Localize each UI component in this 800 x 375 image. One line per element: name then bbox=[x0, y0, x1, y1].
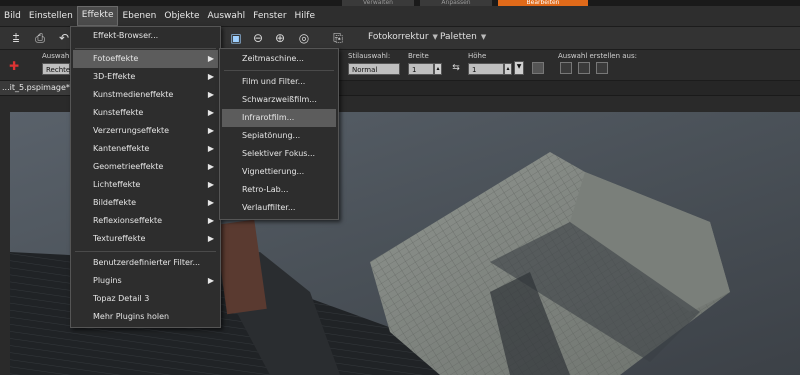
print-icon[interactable]: ⎙ bbox=[32, 30, 48, 46]
selection-tool-icon[interactable]: ✚ bbox=[6, 58, 22, 74]
menu-item-infrarotfilm[interactable]: Infrarotfilm... bbox=[222, 109, 336, 127]
menu-item-kunsteffekte[interactable]: Kunsteffekte ▶ bbox=[73, 104, 218, 122]
menu-item-vignettierung[interactable]: Vignettierung... bbox=[222, 163, 336, 181]
menu-item-3d-effekte[interactable]: 3D-Effekte ▶ bbox=[73, 68, 218, 86]
share-icon[interactable]: ⩲ bbox=[8, 30, 24, 46]
menu-hilfe[interactable]: Hilfe bbox=[291, 7, 319, 25]
menu-bild[interactable]: Bild bbox=[0, 7, 25, 25]
menu-auswahl[interactable]: Auswahl bbox=[204, 7, 250, 25]
menu-objekte[interactable]: Objekte bbox=[160, 7, 203, 25]
menu-ebenen[interactable]: Ebenen bbox=[118, 7, 160, 25]
submenu-arrow-icon: ▶ bbox=[207, 144, 214, 153]
effekte-menu: Effekt-Browser... Fotoeffekte ▶ 3D-Effekt… bbox=[70, 26, 221, 328]
menu-item-selektiver-fokus[interactable]: Selektiver Fokus... bbox=[222, 145, 336, 163]
submenu-arrow-icon: ▶ bbox=[207, 162, 214, 171]
zoom-in-icon[interactable]: ⊕ bbox=[272, 30, 288, 46]
stilauswahl-select[interactable]: Normal bbox=[348, 63, 400, 75]
breite-label: Breite bbox=[408, 52, 429, 60]
menu-item-retro-lab[interactable]: Retro-Lab... bbox=[222, 181, 336, 199]
fotokorrektur-button[interactable]: Fotokorrektur ▼ bbox=[368, 32, 438, 42]
hoehe-input[interactable]: 1 bbox=[468, 63, 504, 75]
menu-item-bildeffekte[interactable]: Bildeffekte ▶ bbox=[73, 194, 218, 212]
selection-type-select[interactable]: Rechteck bbox=[42, 63, 78, 75]
crop-icon[interactable] bbox=[532, 62, 544, 74]
menu-item-label: Plugins bbox=[93, 276, 122, 285]
menu-item-label: 3D-Effekte bbox=[93, 72, 136, 81]
menu-item-label: Reflexionseffekte bbox=[93, 216, 163, 225]
selection-from-image-icon[interactable] bbox=[596, 62, 608, 74]
menu-item-reflexionseffekte[interactable]: Reflexionseffekte ▶ bbox=[73, 212, 218, 230]
menu-item-schwarzweissfilm[interactable]: Schwarzweißfilm... bbox=[222, 91, 336, 109]
menu-item-verzerrungseffekte[interactable]: Verzerrungseffekte ▶ bbox=[73, 122, 218, 140]
more-dropdown[interactable]: ▼ bbox=[514, 61, 524, 75]
selection-from-layer-icon[interactable] bbox=[578, 62, 590, 74]
menu-item-textureffekte[interactable]: Textureffekte ▶ bbox=[73, 230, 218, 248]
menu-item-label: Verzerrungseffekte bbox=[93, 126, 170, 135]
menu-item-label: Fotoeffekte bbox=[93, 54, 139, 63]
menu-item-label: Geometrieeffekte bbox=[93, 162, 164, 171]
stilauswahl-label: Stilauswahl: bbox=[348, 52, 391, 60]
submenu-arrow-icon: ▶ bbox=[207, 54, 214, 63]
auswahl-label: Auswahl bbox=[42, 52, 72, 60]
menu-item-label: Kanteneffekte bbox=[93, 144, 150, 153]
chevron-down-icon: ▼ bbox=[432, 33, 438, 41]
paletten-label: Paletten bbox=[440, 32, 477, 42]
menu-separator bbox=[224, 70, 334, 71]
paletten-button[interactable]: Paletten ▼ bbox=[440, 32, 486, 42]
fit-window-icon[interactable]: ▣ bbox=[228, 30, 244, 46]
clipboard-icon[interactable]: ⎘ bbox=[330, 30, 346, 46]
menu-item-verlauffilter[interactable]: Verlauffilter... bbox=[222, 199, 336, 217]
menu-item-kunstmedieneffekte[interactable]: Kunstmedieneffekte ▶ bbox=[73, 86, 218, 104]
menu-item-lichteffekte[interactable]: Lichteffekte ▶ bbox=[73, 176, 218, 194]
menu-item-label: Kunstmedieneffekte bbox=[93, 90, 174, 99]
submenu-arrow-icon: ▶ bbox=[207, 90, 214, 99]
document-tab-label: ...it_5.pspimage* bbox=[2, 83, 70, 92]
menu-effekte[interactable]: Effekte bbox=[76, 6, 119, 26]
submenu-arrow-icon: ▶ bbox=[207, 198, 214, 207]
menu-item-geometrieeffekte[interactable]: Geometrieeffekte ▶ bbox=[73, 158, 218, 176]
submenu-arrow-icon: ▶ bbox=[207, 72, 214, 81]
menu-separator bbox=[75, 48, 216, 49]
submenu-arrow-icon: ▶ bbox=[207, 108, 214, 117]
submenu-arrow-icon: ▶ bbox=[207, 276, 214, 285]
menu-fenster[interactable]: Fenster bbox=[249, 7, 290, 25]
breite-stepper[interactable]: ▴ bbox=[434, 63, 442, 75]
menu-item-kanteneffekte[interactable]: Kanteneffekte ▶ bbox=[73, 140, 218, 158]
chevron-down-icon: ▼ bbox=[480, 33, 487, 41]
menu-item-zeitmaschine[interactable]: Zeitmaschine... bbox=[222, 50, 336, 68]
menu-item-sepiatoenung[interactable]: Sepiatönung... bbox=[222, 127, 336, 145]
menu-item-mehr-plugins[interactable]: Mehr Plugins holen bbox=[73, 308, 218, 326]
auswahl-erstellen-label: Auswahl erstellen aus: bbox=[558, 52, 637, 60]
menu-item-plugins[interactable]: Plugins ▶ bbox=[73, 272, 218, 290]
menu-einstellen[interactable]: Einstellen bbox=[25, 7, 77, 25]
menu-item-label: Lichteffekte bbox=[93, 180, 141, 189]
fotokorrektur-label: Fotokorrektur bbox=[368, 32, 429, 42]
hoehe-label: Höhe bbox=[468, 52, 487, 60]
link-icon[interactable]: ⇆ bbox=[448, 60, 464, 76]
menu-bar: Bild Einstellen Effekte Ebenen Objekte A… bbox=[0, 6, 800, 27]
menu-separator bbox=[75, 251, 216, 252]
menu-item-fotoeffekte[interactable]: Fotoeffekte ▶ bbox=[73, 50, 218, 68]
menu-item-benutzerdefinierter-filter[interactable]: Benutzerdefinierter Filter... bbox=[73, 254, 218, 272]
submenu-arrow-icon: ▶ bbox=[207, 126, 214, 135]
zoom-out-icon[interactable]: ⊖ bbox=[250, 30, 266, 46]
actual-size-icon[interactable]: ◎ bbox=[296, 30, 312, 46]
menu-item-label: Textureffekte bbox=[93, 234, 146, 243]
submenu-arrow-icon: ▶ bbox=[207, 216, 214, 225]
hoehe-stepper[interactable]: ▴ bbox=[504, 63, 512, 75]
menu-item-effekt-browser[interactable]: Effekt-Browser... bbox=[73, 27, 218, 45]
submenu-arrow-icon: ▶ bbox=[207, 234, 214, 243]
menu-item-label: Bildeffekte bbox=[93, 198, 137, 207]
menu-item-film-und-filter[interactable]: Film und Filter... bbox=[222, 73, 336, 91]
fotoeffekte-submenu: Zeitmaschine... Film und Filter... Schwa… bbox=[219, 48, 339, 220]
submenu-arrow-icon: ▶ bbox=[207, 180, 214, 189]
menu-item-topaz-detail[interactable]: Topaz Detail 3 bbox=[73, 290, 218, 308]
breite-input[interactable]: 1 bbox=[408, 63, 434, 75]
menu-item-label: Kunsteffekte bbox=[93, 108, 144, 117]
selection-from-canvas-icon[interactable] bbox=[560, 62, 572, 74]
